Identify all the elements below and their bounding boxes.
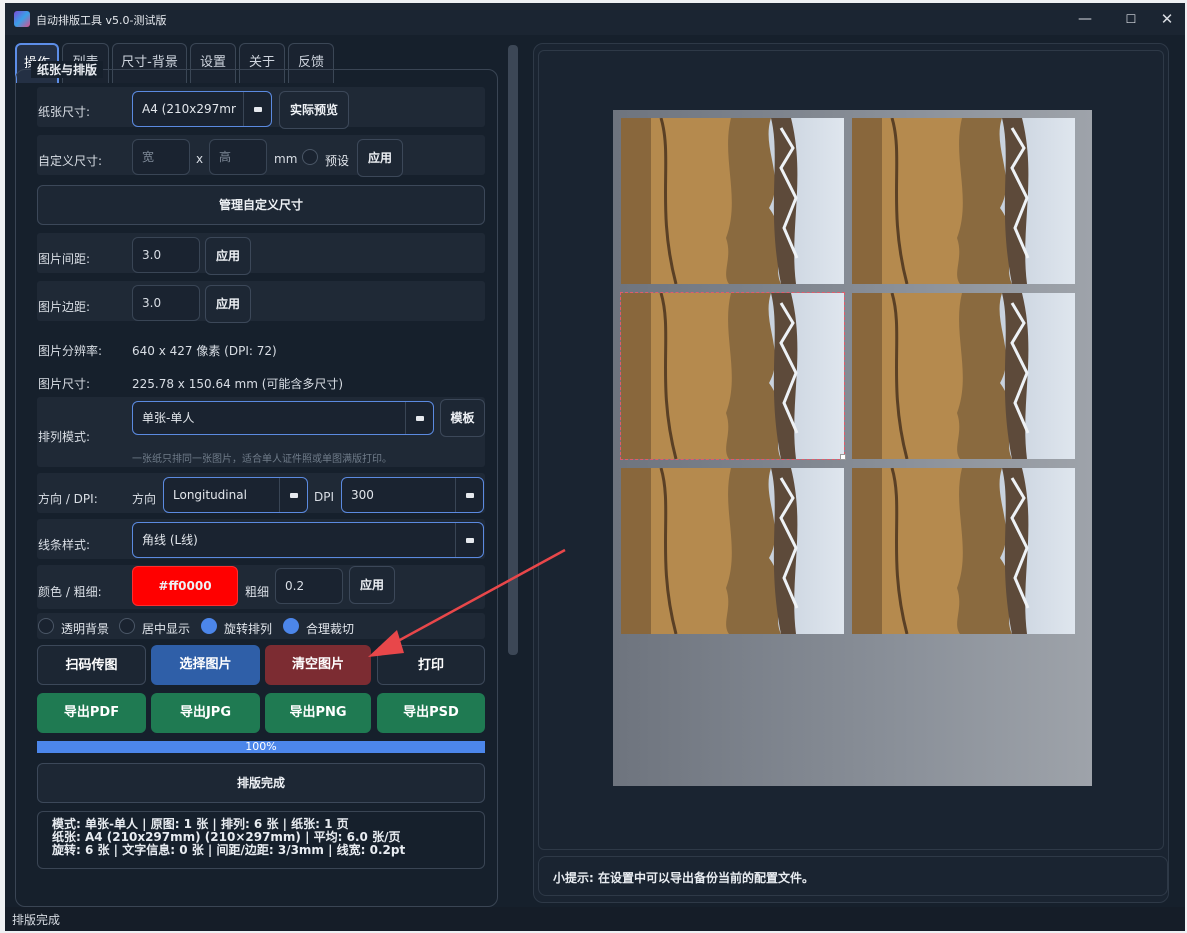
annotation-arrowhead [368, 630, 404, 657]
annotation-arrow [368, 548, 566, 657]
status-bar: 排版完成 [5, 907, 1185, 931]
annotation-arrow-line [386, 548, 566, 649]
app-window: 自动排版工具 v5.0-测试版 — ☐ ✕ 操作 列表 尺寸-背景 设置 关于 … [5, 3, 1185, 931]
